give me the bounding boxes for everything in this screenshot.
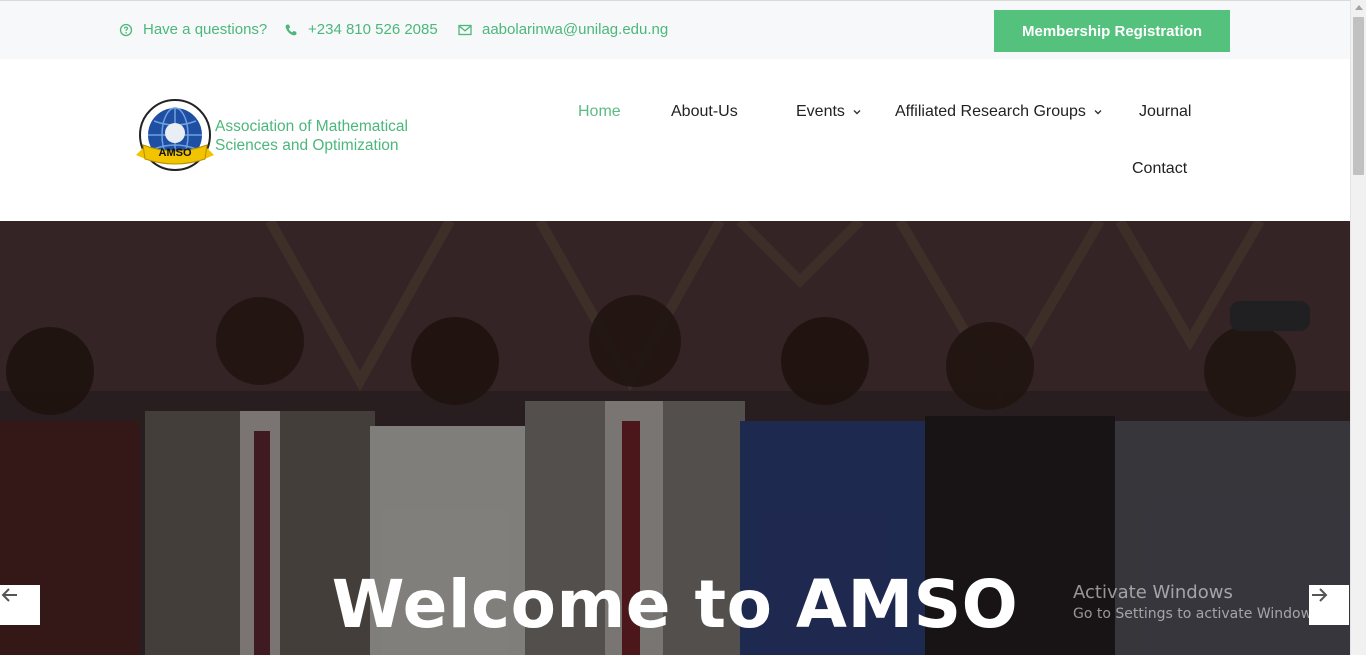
site-header: AMSO Association of Mathematical Science… <box>0 59 1350 221</box>
scroll-up-arrow-icon[interactable] <box>1355 5 1363 10</box>
chevron-down-icon <box>853 110 861 115</box>
phone-icon <box>285 24 297 35</box>
watermark-title: Activate Windows <box>1073 582 1233 603</box>
brand-line-2: Sciences and Optimization <box>215 137 399 154</box>
nav-contact[interactable]: Contact <box>1132 160 1187 178</box>
nav-about-us[interactable]: About-Us <box>671 103 738 121</box>
nav-events-label: Events <box>796 103 845 120</box>
brand-line-1: Association of Mathematical <box>215 118 408 135</box>
envelope-icon <box>458 24 472 35</box>
question-link[interactable]: Have a questions? <box>119 21 267 38</box>
nav-home-label: Home <box>578 103 621 120</box>
nav-events[interactable]: Events <box>796 103 861 121</box>
vertical-scrollbar[interactable] <box>1350 0 1366 655</box>
logo-text: AMSO <box>159 147 192 159</box>
slider-prev-button[interactable] <box>0 585 40 625</box>
chevron-down-icon <box>1094 110 1102 115</box>
arrow-left-icon <box>1 588 17 602</box>
nav-home[interactable]: Home <box>578 103 621 121</box>
email-text: aabolarinwa@unilag.edu.ng <box>482 21 669 38</box>
amso-logo[interactable]: AMSO <box>134 99 216 177</box>
nav-groups-label: Affiliated Research Groups <box>895 103 1086 120</box>
phone-link[interactable]: +234 810 526 2085 <box>284 21 438 38</box>
nav-about-label: About-Us <box>671 103 738 120</box>
scrollbar-thumb[interactable] <box>1353 17 1364 175</box>
top-bar: Have a questions? +234 810 526 2085 aabo… <box>0 0 1350 59</box>
email-link[interactable]: aabolarinwa@unilag.edu.ng <box>458 21 668 38</box>
watermark-subtitle: Go to Settings to activate Windows. <box>1073 606 1324 622</box>
brand-name[interactable]: Association of Mathematical Sciences and… <box>215 117 408 155</box>
nav-contact-label: Contact <box>1132 160 1188 177</box>
membership-registration-button[interactable]: Membership Registration <box>994 10 1230 52</box>
hero-slider: Welcome to AMSO Activate Windows Go to S… <box>0 221 1350 655</box>
nav-journal[interactable]: Journal <box>1139 103 1191 121</box>
windows-activation-watermark: Activate Windows Go to Settings to activ… <box>1073 582 1324 622</box>
nav-affiliated-research-groups[interactable]: Affiliated Research Groups <box>895 103 1102 121</box>
question-circle-icon <box>119 23 133 36</box>
phone-text: +234 810 526 2085 <box>308 21 438 38</box>
question-text: Have a questions? <box>143 21 268 38</box>
nav-journal-label: Journal <box>1139 103 1192 120</box>
page: Have a questions? +234 810 526 2085 aabo… <box>0 0 1366 655</box>
